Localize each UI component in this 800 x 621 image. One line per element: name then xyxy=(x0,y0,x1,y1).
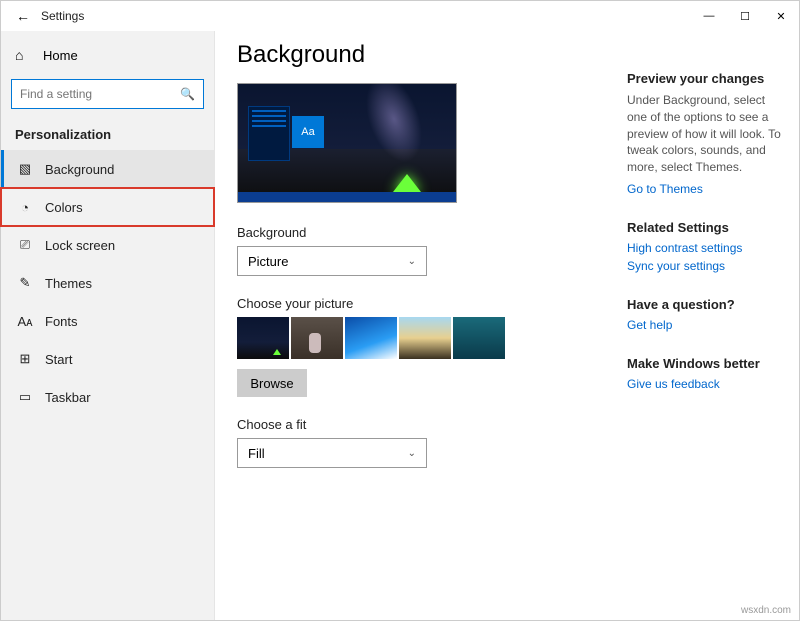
thumbnail-3[interactable] xyxy=(345,317,397,359)
background-dropdown[interactable]: Picture ⌄ xyxy=(237,246,427,276)
feedback-title: Make Windows better xyxy=(627,356,787,371)
window-title: Settings xyxy=(41,9,84,23)
page-title: Background xyxy=(237,41,627,69)
fit-dropdown[interactable]: Fill ⌄ xyxy=(237,438,427,468)
thumbnail-4[interactable] xyxy=(399,317,451,359)
maximize-button[interactable]: ☐ xyxy=(727,1,763,31)
sidebar-item-label: Fonts xyxy=(45,314,78,329)
related-settings-block: Related Settings High contrast settings … xyxy=(627,220,787,273)
preview-changes-title: Preview your changes xyxy=(627,71,787,86)
preview-changes-block: Preview your changes Under Background, s… xyxy=(627,71,787,196)
feedback-block: Make Windows better Give us feedback xyxy=(627,356,787,391)
home-label: Home xyxy=(43,48,78,63)
sidebar-item-label: Start xyxy=(45,352,72,367)
sidebar-item-colors[interactable]: ◔ Colors xyxy=(1,188,214,226)
high-contrast-link[interactable]: High contrast settings xyxy=(627,241,787,255)
sidebar-item-label: Taskbar xyxy=(45,390,91,405)
fonts-icon: Aᴀ xyxy=(15,314,35,329)
right-panel: Preview your changes Under Background, s… xyxy=(627,31,787,620)
thumbnail-2[interactable] xyxy=(291,317,343,359)
fit-label: Choose a fit xyxy=(237,417,627,432)
sidebar-item-lockscreen[interactable]: ⎚ Lock screen xyxy=(1,226,214,264)
titlebar: ← Settings — ☐ ✕ xyxy=(1,1,799,31)
choose-picture-label: Choose your picture xyxy=(237,296,627,311)
lockscreen-icon: ⎚ xyxy=(15,237,35,253)
preview-changes-text: Under Background, select one of the opti… xyxy=(627,92,787,176)
window-controls: — ☐ ✕ xyxy=(691,1,799,31)
sidebar-item-taskbar[interactable]: ▭ Taskbar xyxy=(1,378,214,416)
close-button[interactable]: ✕ xyxy=(763,1,799,31)
get-help-link[interactable]: Get help xyxy=(627,318,787,332)
sidebar-item-label: Colors xyxy=(45,200,83,215)
go-to-themes-link[interactable]: Go to Themes xyxy=(627,182,787,196)
sidebar-item-fonts[interactable]: Aᴀ Fonts xyxy=(1,302,214,340)
preview-tile: Aa xyxy=(292,116,324,148)
minimize-button[interactable]: — xyxy=(691,1,727,31)
sidebar-item-label: Lock screen xyxy=(45,238,115,253)
sidebar-item-start[interactable]: ⊞ Start xyxy=(1,340,214,378)
chevron-down-icon: ⌄ xyxy=(408,448,416,459)
dropdown-value: Picture xyxy=(248,254,288,269)
search-box[interactable]: 🔍 xyxy=(11,79,204,109)
sidebar-item-label: Background xyxy=(45,162,114,177)
background-label: Background xyxy=(237,225,627,240)
browse-button[interactable]: Browse xyxy=(237,369,307,397)
dropdown-value: Fill xyxy=(248,446,265,461)
home-nav[interactable]: ⌂ Home xyxy=(1,37,214,73)
sidebar: ⌂ Home 🔍 Personalization ▧ Background ◔ … xyxy=(1,31,215,620)
palette-icon: ◔ xyxy=(15,200,35,215)
search-icon: 🔍 xyxy=(180,87,195,101)
related-settings-title: Related Settings xyxy=(627,220,787,235)
picture-thumbnails xyxy=(237,317,627,359)
thumbnail-5[interactable] xyxy=(453,317,505,359)
preview-tent xyxy=(393,174,421,192)
background-preview: Aa xyxy=(237,83,457,203)
preview-taskbar xyxy=(238,192,456,202)
search-input[interactable] xyxy=(20,87,180,101)
sidebar-item-label: Themes xyxy=(45,276,92,291)
home-icon: ⌂ xyxy=(15,47,33,63)
sidebar-item-background[interactable]: ▧ Background xyxy=(1,150,214,188)
thumbnail-1[interactable] xyxy=(237,317,289,359)
back-icon: ← xyxy=(16,8,30,24)
question-title: Have a question? xyxy=(627,297,787,312)
preview-window xyxy=(248,106,290,161)
sidebar-item-themes[interactable]: ✎ Themes xyxy=(1,264,214,302)
picture-icon: ▧ xyxy=(15,161,35,177)
back-button[interactable]: ← xyxy=(9,2,37,30)
question-block: Have a question? Get help xyxy=(627,297,787,332)
start-icon: ⊞ xyxy=(15,351,35,367)
section-header: Personalization xyxy=(1,119,214,150)
themes-icon: ✎ xyxy=(15,275,35,291)
chevron-down-icon: ⌄ xyxy=(408,256,416,267)
watermark: wsxdn.com xyxy=(741,605,791,616)
sync-settings-link[interactable]: Sync your settings xyxy=(627,259,787,273)
main-panel: Background Aa Background Picture ⌄ Choos… xyxy=(237,31,627,620)
taskbar-icon: ▭ xyxy=(15,389,35,405)
feedback-link[interactable]: Give us feedback xyxy=(627,377,787,391)
preview-sky xyxy=(355,83,433,170)
